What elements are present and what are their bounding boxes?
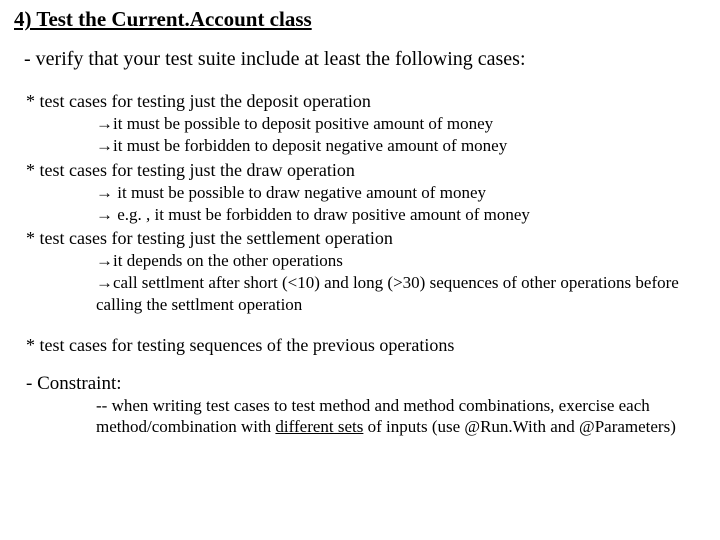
section-title: 4) Test the Current.Account class: [14, 6, 706, 32]
constraint-label: - Constraint:: [26, 373, 706, 395]
bullet-sequences: * test cases for testing sequences of th…: [26, 334, 706, 357]
bullet-deposit: * test cases for testing just the deposi…: [26, 90, 706, 113]
sub-deposit-1: →it must be possible to deposit positive…: [96, 113, 706, 135]
bullet-settlement: * test cases for testing just the settle…: [26, 227, 706, 250]
sub-draw-2: → e.g. , it must be forbidden to draw po…: [96, 204, 706, 226]
sub-draw-1: → it must be possible to draw negative a…: [96, 182, 706, 204]
constraint-underlined: different sets: [275, 417, 363, 436]
sub-settlement-1: →it depends on the other operations: [96, 250, 706, 272]
sub-settlement-2: →call settlment after short (<10) and lo…: [96, 272, 706, 316]
intro-line: - verify that your test suite include at…: [24, 46, 706, 72]
constraint-body: -- when writing test cases to test metho…: [96, 395, 706, 439]
sub-deposit-2: →it must be forbidden to deposit negativ…: [96, 135, 706, 157]
document-page: 4) Test the Current.Account class - veri…: [0, 0, 720, 448]
constraint-post: of inputs (use @Run.With and @Parameters…: [363, 417, 675, 436]
bullet-draw: * test cases for testing just the draw o…: [26, 159, 706, 182]
